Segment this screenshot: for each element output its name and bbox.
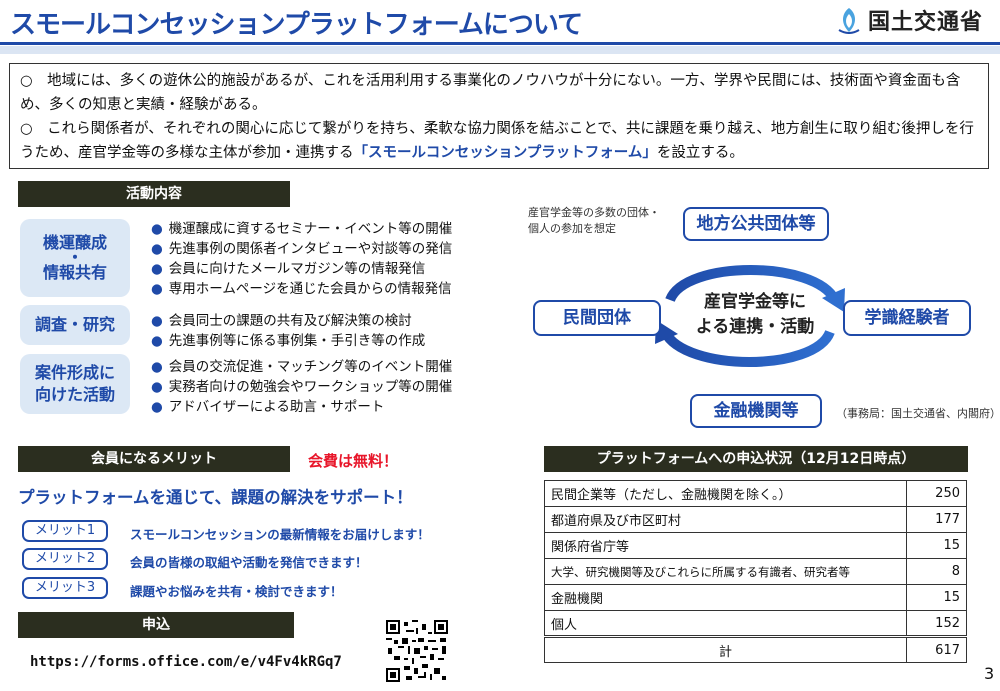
diagram-note: 産官学金等の多数の団体・個人の参加を想定	[528, 206, 660, 235]
diagram-center-text: 産官学金等に よる連携・活動	[695, 292, 815, 337]
row-value: 177	[906, 506, 967, 533]
merit-tag-1: メリット1	[22, 520, 108, 542]
bullet-text: 専用ホームページを通じた会員からの情報発信	[168, 281, 452, 297]
bullet-text: 先進事例の関係者インタビューや対談等の発信	[168, 241, 453, 257]
mlit-logo-icon	[838, 8, 860, 34]
bullet-dot-icon: ●	[151, 399, 163, 415]
node-private-organizations: 民間団体	[533, 300, 661, 336]
activity-bullets-project: ● 会員の交流促進・マッチング等のイベント開催 ● 実務者向けの勉強会やワークショッ…	[151, 357, 452, 417]
bullet-item: ● 先進事例の関係者インタビューや対談等の発信	[151, 239, 452, 259]
intro-paragraph-1: ○ 地域には、多くの遊休公的施設があるが、これを活用利用する事業化のノウハウが十…	[20, 73, 961, 113]
bullet-dot-icon: ●	[151, 221, 163, 237]
bullet-text: アドバイザーによる助言・サポート	[168, 399, 385, 415]
table-total-row: 計 617	[544, 635, 967, 663]
bullet-dot-icon: ●	[151, 379, 163, 395]
free-membership-note: 会費は無料！	[308, 452, 399, 470]
bullet-dot-icon: ●	[151, 359, 163, 375]
status-heading: プラットフォームへの申込状況（12月12日時点）	[544, 446, 968, 472]
row-label: 大学、研究機関等及びこれらに所属する有識者、研究者等	[544, 558, 907, 585]
row-label: 都道府県及び市区町村	[544, 506, 907, 533]
bullet-text: 先進事例等に係る事例集・手引き等の作成	[168, 333, 426, 349]
activity-box-research: 調査・研究	[20, 305, 130, 345]
activity-box-project: 案件形成に 向けた活動	[20, 354, 130, 414]
table-row: 関係府省庁等 15	[544, 532, 967, 559]
apply-form-link[interactable]: https://forms.office.com/e/v4Fv4kRGq7	[30, 654, 342, 670]
row-value: 8	[906, 558, 967, 585]
status-table: 民間企業等（ただし、金融機関を除く。） 250 都道府県及び市区町村 177 関係府…	[544, 480, 967, 663]
bullet-text: 実務者向けの勉強会やワークショップ等の開催	[168, 379, 453, 395]
activity-label-line: 調査・研究	[34, 315, 115, 334]
bullet-item: ● 専用ホームページを通じた会員からの情報発信	[151, 279, 452, 299]
row-value: 15	[906, 532, 967, 559]
merit-text-2: 会員の皆様の取組や活動を発信できます！	[130, 555, 368, 570]
node-local-government: 地方公共団体等	[683, 207, 829, 241]
total-value: 617	[906, 635, 967, 663]
bullet-item: ● アドバイザーによる助言・サポート	[151, 397, 452, 417]
merit-text-3: 課題やお悩みを共有・検討できます！	[130, 584, 343, 599]
row-label: 民間企業等（ただし、金融機関を除く。）	[544, 480, 907, 507]
bullet-dot-icon: ●	[151, 281, 163, 297]
merits-heading: 会員になるメリット	[18, 446, 290, 472]
bullet-text: 機運醸成に資するセミナー・イベント等の開催	[168, 221, 453, 237]
bullet-item: ● 機運醸成に資するセミナー・イベント等の開催	[151, 219, 452, 239]
bullet-text: 会員同士の課題の共有及び解決策の検討	[168, 313, 412, 329]
table-row: 都道府県及び市区町村 177	[544, 506, 967, 533]
table-row: 大学、研究機関等及びこれらに所属する有識者、研究者等 8	[544, 558, 967, 585]
activity-bullets-awareness: ● 機運醸成に資するセミナー・イベント等の開催 ● 先進事例の関係者インタビューや対…	[151, 219, 452, 299]
mlit-logo: 国土交通省	[836, 4, 983, 36]
activity-box-awareness: 機運醸成 ・ 情報共有	[20, 219, 130, 297]
merit-text-1: スモールコンセッションの最新情報をお届けします！	[130, 527, 430, 542]
bullet-text: 会員の交流促進・マッチング等のイベント開催	[168, 359, 453, 375]
table-row: 金融機関 15	[544, 584, 967, 611]
platform-name-highlight: 「スモールコンセッションプラットフォーム」	[353, 145, 657, 161]
bullet-dot-icon: ●	[151, 313, 163, 329]
row-label: 関係府省庁等	[544, 532, 907, 559]
logo-text: 国土交通省	[868, 10, 984, 35]
node-academic-experts: 学識経験者	[843, 300, 971, 336]
secretariat-note: （事務局：国土交通省、内閣府）	[836, 407, 1000, 420]
activity-label-line: 向けた活動	[34, 385, 115, 404]
bullet-item: ● 先進事例等に係る事例集・手引き等の作成	[151, 331, 425, 351]
qr-code-icon[interactable]	[386, 620, 448, 682]
activities-heading: 活動内容	[18, 181, 290, 207]
row-value: 250	[906, 480, 967, 507]
bullet-item: ● 会員同士の課題の共有及び解決策の検討	[151, 311, 425, 331]
activity-label-line: ・	[66, 248, 83, 267]
total-label: 計	[544, 635, 907, 663]
table-row: 民間企業等（ただし、金融機関を除く。） 250	[544, 480, 967, 507]
bullet-dot-icon: ●	[151, 261, 163, 277]
page-title: スモールコンセッションプラットフォームについて	[10, 10, 583, 40]
bullet-text: 会員に向けたメールマガジン等の情報発信	[168, 261, 426, 277]
activity-label-line: 情報共有	[42, 263, 107, 282]
bullet-item: ● 実務者向けの勉強会やワークショップ等の開催	[151, 377, 452, 397]
row-value: 15	[906, 584, 967, 611]
node-financial-institutions: 金融機関等	[690, 394, 822, 428]
page-number: 3	[984, 664, 995, 683]
bullet-item: ● 会員に向けたメールマガジン等の情報発信	[151, 259, 452, 279]
bullet-dot-icon: ●	[151, 241, 163, 257]
intro-paragraph-2: ○ これら関係者が、それぞれの関心に応じて繋がりを持ち、柔軟な協力関係を結ぶこと…	[20, 117, 978, 165]
intro-p2-end: を設立する。	[656, 145, 744, 161]
bullet-dot-icon: ●	[151, 333, 163, 349]
header-rule	[0, 42, 1000, 45]
activity-label-line: 案件形成に	[34, 363, 115, 382]
bullet-item: ● 会員の交流促進・マッチング等のイベント開催	[151, 357, 452, 377]
merit-tag-3: メリット3	[22, 577, 108, 599]
row-label: 個人	[544, 610, 907, 637]
activity-bullets-research: ● 会員同士の課題の共有及び解決策の検討 ● 先進事例等に係る事例集・手引き等の作成	[151, 311, 425, 351]
row-label: 金融機関	[544, 584, 907, 611]
header-rule-light	[0, 46, 1000, 54]
apply-heading: 申込	[18, 612, 294, 638]
merit-tag-2: メリット2	[22, 548, 108, 570]
intro-box: ○ 地域には、多くの遊休公的施設があるが、これを活用利用する事業化のノウハウが十…	[9, 63, 989, 169]
merits-subtitle: プラットフォームを通じて、課題の解決をサポート！	[18, 488, 413, 507]
table-row: 個人 152	[544, 610, 967, 637]
row-value: 152	[906, 610, 967, 637]
